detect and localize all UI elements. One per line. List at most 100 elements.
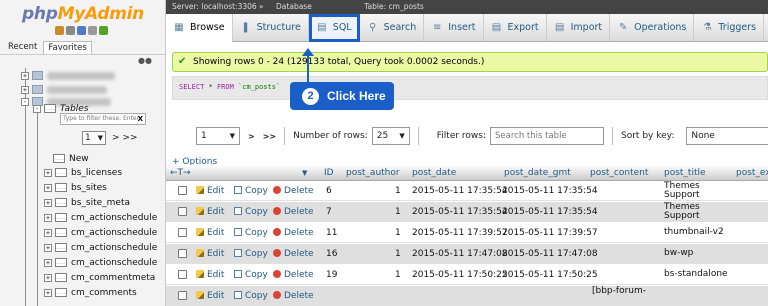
sort-dropdown-icon[interactable]: ▼ [302, 169, 307, 177]
row-checkbox[interactable] [178, 186, 187, 195]
cell-id[interactable]: 11 [326, 228, 337, 238]
row-checkbox[interactable] [178, 207, 187, 216]
edit-link[interactable]: Edit [196, 291, 224, 301]
collapse-link-icon[interactable]: ●● [138, 57, 152, 65]
cell-post-date-gmt[interactable]: 2015-05-11 17:39:57 [502, 228, 598, 238]
logout-icon[interactable] [66, 26, 75, 35]
cell-post-title[interactable]: bw-wp [664, 249, 693, 258]
delete-link[interactable]: Delete [273, 249, 314, 259]
expand-icon[interactable]: + [21, 71, 29, 80]
tab-export[interactable]: ▤ Export [484, 13, 547, 42]
row-checkbox[interactable] [178, 291, 187, 300]
rows-select[interactable]: 25 ▼ [371, 127, 410, 145]
edit-link[interactable]: Edit [196, 228, 224, 238]
table-filter-input[interactable]: Type to filter these, Enter X [60, 113, 146, 125]
column-resize-arrows[interactable]: ←T→ [170, 168, 191, 178]
cell-post-date-gmt[interactable]: 2015-05-11 17:47:08 [502, 249, 598, 259]
expand-icon[interactable]: + [21, 85, 29, 94]
cell-post-title[interactable]: bs-standalone [664, 270, 728, 279]
tab-structure[interactable]: ❚ Structure [233, 13, 309, 42]
tree-table-item[interactable]: + cm_actionschedule [44, 255, 157, 270]
breadcrumb-table[interactable]: Table: cm_posts [364, 2, 424, 11]
copy-link[interactable]: Copy [234, 270, 268, 280]
settings-icon[interactable] [88, 26, 97, 35]
tab-operations[interactable]: ✎ Operations [610, 13, 695, 42]
phpmyadmin-logo[interactable]: phpMyAdmin [0, 4, 165, 24]
row-checkbox[interactable] [178, 270, 187, 279]
nav-tab-recent[interactable]: Recent [4, 41, 41, 54]
delete-link[interactable]: Delete [273, 207, 314, 217]
expand-icon[interactable]: + [44, 168, 52, 177]
cell-post-author[interactable]: 1 [395, 207, 401, 217]
column-id[interactable]: ID [324, 168, 334, 178]
cell-post-content[interactable]: [bbp-forum- [592, 286, 646, 296]
cell-post-author[interactable]: 1 [395, 228, 401, 238]
tab-browse[interactable]: ▦ Browse [166, 13, 233, 42]
tab-search[interactable]: ⚲ Search [360, 13, 425, 42]
expand-icon[interactable]: + [44, 288, 52, 297]
nav-tab-favorites[interactable]: Favorites [43, 41, 92, 54]
edit-link[interactable]: Edit [196, 249, 224, 259]
copy-link[interactable]: Copy [234, 291, 268, 301]
expand-icon[interactable]: + [44, 183, 52, 192]
breadcrumb-server[interactable]: Server: localhost:3306 » [172, 2, 264, 11]
table-row[interactable]: Edit Copy Delete 19 1 2015-05-11 17:50:25 2015… [166, 265, 768, 285]
db-row-blurred[interactable]: + [21, 68, 115, 83]
cell-post-date[interactable]: 2015-05-11 17:35:54 [412, 207, 508, 217]
nav-page-select[interactable]: 1 ▼ [82, 131, 106, 145]
column-post-excerpt[interactable]: post_ex [736, 168, 768, 178]
table-row[interactable]: Edit Copy Delete 11 1 2015-05-11 17:39:57 2015… [166, 223, 768, 243]
new-table-link[interactable]: New [53, 151, 89, 166]
cell-post-date-gmt[interactable]: 2015-05-11 17:35:54 [502, 186, 598, 196]
tree-table-item[interactable]: + cm_actionschedule [44, 225, 157, 240]
table-row[interactable]: Edit Copy Delete 6 1 2015-05-11 17:35:54 2015-… [166, 181, 768, 201]
expand-icon[interactable]: + [44, 243, 52, 252]
expand-icon[interactable]: + [44, 198, 52, 207]
delete-link[interactable]: Delete [273, 270, 314, 280]
cell-post-date[interactable]: 2015-05-11 17:39:57 [412, 228, 508, 238]
cell-post-date[interactable]: 2015-05-11 17:50:25 [412, 270, 508, 280]
delete-link[interactable]: Delete [273, 228, 314, 238]
cell-post-date[interactable]: 2015-05-11 17:35:54 [412, 186, 508, 196]
reload-icon[interactable] [99, 26, 108, 35]
cell-post-author[interactable]: 1 [395, 249, 401, 259]
copy-link[interactable]: Copy [234, 228, 268, 238]
last-page-button[interactable]: >> [263, 132, 276, 141]
cell-post-author[interactable]: 1 [395, 270, 401, 280]
collapse-icon[interactable]: - [33, 104, 41, 113]
row-checkbox[interactable] [178, 249, 187, 258]
nav-next-page[interactable]: > >> [112, 133, 137, 143]
edit-link[interactable]: Edit [196, 207, 224, 217]
cell-id[interactable]: 16 [326, 249, 337, 259]
page-select[interactable]: 1 ▼ [196, 127, 240, 145]
filter-rows-input[interactable]: Search this table [490, 127, 605, 145]
tree-table-item[interactable]: + cm_actionschedule [44, 240, 157, 255]
cell-post-date-gmt[interactable]: 2015-05-11 17:35:54 [502, 207, 598, 217]
tree-table-item[interactable]: + bs_sites [44, 180, 107, 195]
cell-post-date-gmt[interactable]: 2015-05-11 17:50:25 [502, 270, 598, 280]
tab-triggers[interactable]: ⚗ Triggers [694, 13, 765, 42]
tree-table-item[interactable]: + cm_comments [44, 285, 137, 300]
tree-table-item[interactable]: + cm_actionschedule [44, 210, 157, 225]
copy-link[interactable]: Copy [234, 249, 268, 259]
cell-post-author[interactable]: 1 [395, 186, 401, 196]
column-post-title[interactable]: post_title [664, 168, 706, 178]
tab-sql[interactable]: ▤ SQL [308, 13, 360, 42]
edit-link[interactable]: Edit [196, 186, 224, 196]
cell-post-title[interactable]: thumbnail-v2 [664, 228, 724, 237]
column-post-author[interactable]: post_author [346, 168, 400, 178]
next-page-button[interactable]: > [248, 132, 255, 141]
breadcrumb-database[interactable]: Database [276, 2, 312, 11]
cell-post-date[interactable]: 2015-05-11 17:47:08 [412, 249, 508, 259]
expand-icon[interactable]: + [44, 258, 52, 267]
copy-link[interactable]: Copy [234, 186, 268, 196]
collapse-icon[interactable]: - [21, 97, 29, 106]
table-row[interactable]: Edit Copy Delete [bbp-forum- [166, 286, 768, 306]
tree-table-item[interactable]: + bs_site_meta [44, 195, 130, 210]
column-post-date[interactable]: post_date [412, 168, 456, 178]
column-post-date-gmt[interactable]: post_date_gmt [504, 168, 571, 178]
column-post-content[interactable]: post_content [590, 168, 648, 178]
row-checkbox[interactable] [178, 228, 187, 237]
cell-id[interactable]: 7 [326, 207, 332, 217]
cell-post-title[interactable]: Themes Support [664, 203, 700, 221]
